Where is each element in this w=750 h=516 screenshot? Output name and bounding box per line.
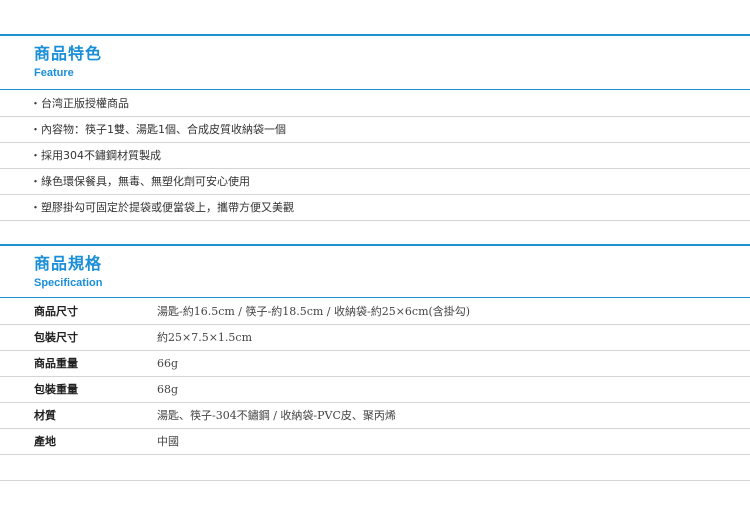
spec-row: 產地 中國	[0, 429, 750, 455]
bullet: ・	[30, 175, 41, 188]
spec-label: 包裝尺寸	[34, 331, 78, 344]
feature-item: ・內容物：筷子1雙、湯匙1個、合成皮質收納袋一個	[0, 117, 750, 143]
spec-row-empty	[0, 455, 750, 481]
spec-label: 商品尺寸	[34, 305, 78, 318]
spec-row: 材質 湯匙、筷子-304不鏽鋼 / 收納袋-PVC皮、聚丙烯	[0, 403, 750, 429]
spec-row: 商品重量 66g	[0, 351, 750, 377]
feature-title: 商品特色	[34, 44, 103, 63]
spec-value: 68g	[157, 383, 179, 396]
spec-section: 商品規格 Specification 商品尺寸 湯匙-約16.5cm / 筷子-…	[0, 244, 750, 484]
spec-label: 材質	[34, 409, 56, 422]
feature-item: ・綠色環保餐具，無毒、無塑化劑可安心使用	[0, 169, 750, 195]
spec-value: 中國	[157, 435, 179, 448]
spec-value: 66g	[157, 357, 179, 370]
spec-header-rule	[0, 297, 750, 298]
spec-label: 產地	[34, 435, 56, 448]
spec-row: 包裝尺寸 約25×7.5×1.5cm	[0, 325, 750, 351]
spec-value: 湯匙-約16.5cm / 筷子-約18.5cm / 收納袋-約25×6cm(含掛…	[157, 305, 471, 318]
spec-row: 商品尺寸 湯匙-約16.5cm / 筷子-約18.5cm / 收納袋-約25×6…	[0, 299, 750, 325]
feature-item: ・塑膠掛勾可固定於提袋或便當袋上，攜帶方便又美觀	[0, 195, 750, 221]
feature-item-text: 內容物：筷子1雙、湯匙1個、合成皮質收納袋一個	[41, 123, 286, 136]
feature-top-rule	[0, 34, 750, 36]
spec-value: 湯匙、筷子-304不鏽鋼 / 收納袋-PVC皮、聚丙烯	[157, 409, 396, 422]
spec-label: 商品重量	[34, 357, 78, 370]
feature-item-text: 台湾正版授權商品	[41, 97, 129, 110]
spec-top-rule	[0, 244, 750, 246]
spec-label: 包裝重量	[34, 383, 78, 396]
bullet: ・	[30, 123, 41, 136]
feature-item: ・採用304不鏽鋼材質製成	[0, 143, 750, 169]
feature-item-text: 綠色環保餐具，無毒、無塑化劑可安心使用	[41, 175, 250, 188]
spec-row: 包裝重量 68g	[0, 377, 750, 403]
feature-item-text: 塑膠掛勾可固定於提袋或便當袋上，攜帶方便又美觀	[41, 201, 294, 214]
spec-value: 約25×7.5×1.5cm	[157, 331, 253, 344]
feature-subtitle: Feature	[34, 67, 74, 79]
bullet: ・	[30, 149, 41, 162]
feature-header-rule	[0, 89, 750, 90]
spec-title: 商品規格	[34, 254, 103, 273]
feature-section: 商品特色 Feature ・台湾正版授權商品 ・內容物：筷子1雙、湯匙1個、合成…	[0, 34, 750, 224]
spec-subtitle: Specification	[34, 277, 103, 289]
bullet: ・	[30, 97, 41, 110]
bullet: ・	[30, 201, 41, 214]
feature-item: ・台湾正版授權商品	[0, 91, 750, 117]
feature-item-text: 採用304不鏽鋼材質製成	[41, 149, 161, 162]
